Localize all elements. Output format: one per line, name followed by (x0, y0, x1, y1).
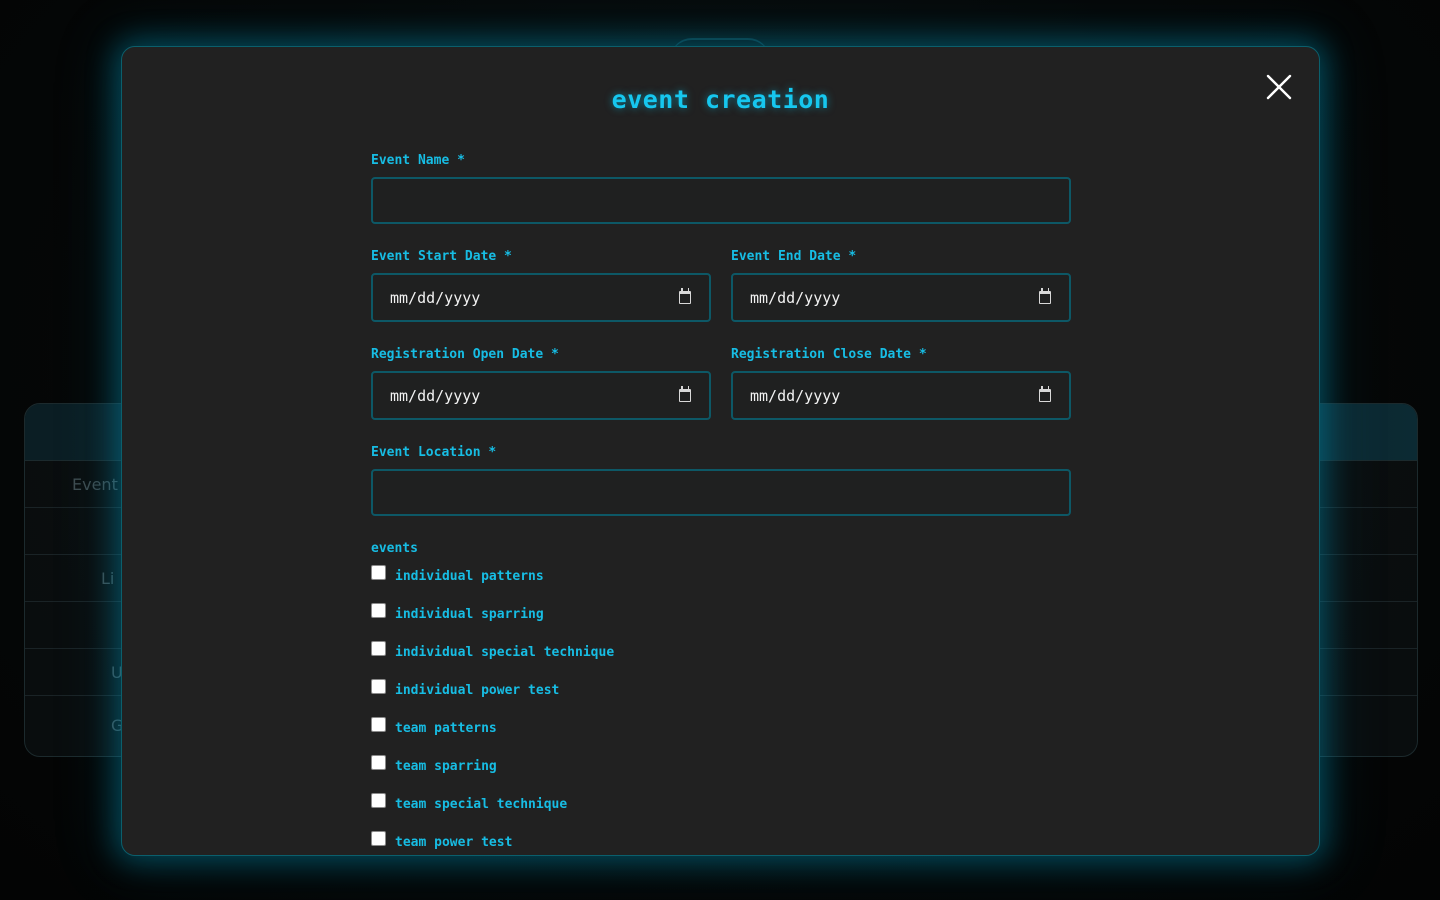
end-date-label: Event End Date * (731, 249, 857, 264)
background-cell: Li (101, 569, 115, 588)
event-checkbox[interactable] (371, 755, 386, 770)
event-checkbox[interactable] (371, 679, 386, 694)
registration-close-input[interactable]: mm/dd/yyyy (731, 371, 1071, 420)
registration-open-input[interactable]: mm/dd/yyyy (371, 371, 711, 420)
event-name-label: Event Name * (371, 153, 465, 168)
event-checkbox[interactable] (371, 793, 386, 808)
registration-open-value: mm/dd/yyyy (390, 387, 481, 405)
event-checkbox[interactable] (371, 717, 386, 732)
events-section-label: events (371, 541, 418, 556)
event-name-input[interactable] (371, 177, 1071, 224)
event-checkbox[interactable] (371, 565, 386, 580)
calendar-icon[interactable] (679, 288, 691, 304)
event-option-label[interactable]: individual special technique (395, 645, 614, 660)
event-option-label[interactable]: individual patterns (395, 569, 544, 584)
calendar-icon[interactable] (1039, 288, 1051, 304)
start-date-input[interactable]: mm/dd/yyyy (371, 273, 711, 322)
start-date-label: Event Start Date * (371, 249, 512, 264)
page-background: Event Li U G event creation Event Name *… (0, 0, 1440, 900)
event-checkbox[interactable] (371, 831, 386, 846)
registration-open-label: Registration Open Date * (371, 347, 559, 362)
background-cell: Event (72, 475, 118, 494)
event-option-label[interactable]: team power test (395, 835, 512, 850)
event-option-label[interactable]: individual power test (395, 683, 559, 698)
event-checkbox[interactable] (371, 603, 386, 618)
event-creation-modal: event creation Event Name * Event Start … (121, 46, 1320, 856)
end-date-input[interactable]: mm/dd/yyyy (731, 273, 1071, 322)
registration-close-value: mm/dd/yyyy (750, 387, 841, 405)
calendar-icon[interactable] (679, 386, 691, 402)
registration-close-label: Registration Close Date * (731, 347, 927, 362)
modal-title: event creation (611, 85, 830, 114)
event-option-label[interactable]: individual sparring (395, 607, 544, 622)
start-date-value: mm/dd/yyyy (390, 289, 481, 307)
event-location-label: Event Location * (371, 445, 497, 460)
event-location-input[interactable] (371, 469, 1071, 516)
calendar-icon[interactable] (1039, 386, 1051, 402)
event-checkbox[interactable] (371, 641, 386, 656)
event-option-label[interactable]: team sparring (395, 759, 497, 774)
event-option-label[interactable]: team patterns (395, 721, 497, 736)
event-option-label[interactable]: team special technique (395, 797, 567, 812)
end-date-value: mm/dd/yyyy (750, 289, 841, 307)
